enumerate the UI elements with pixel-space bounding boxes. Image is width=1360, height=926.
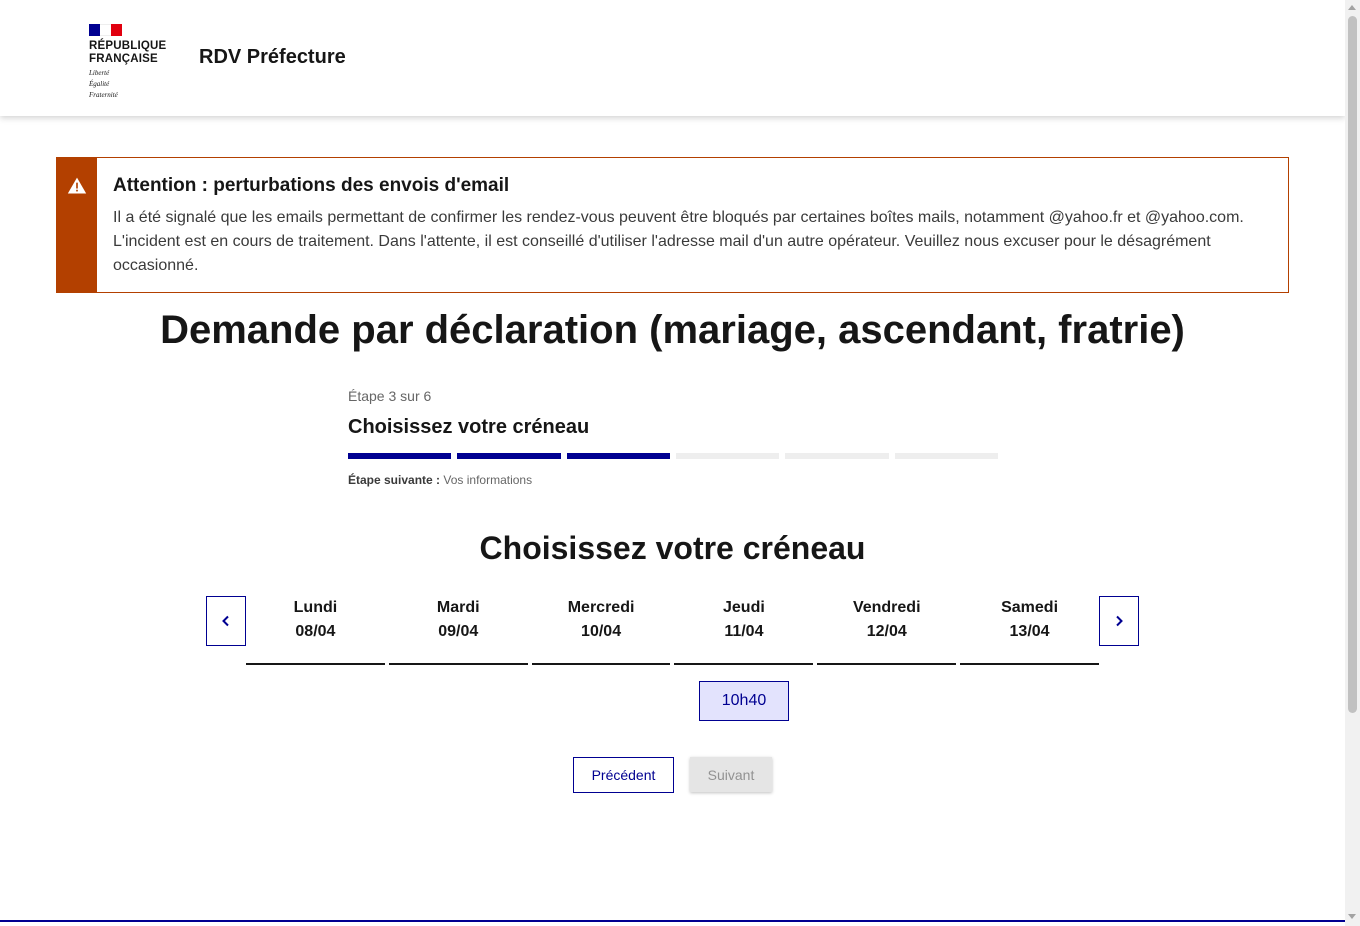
warning-alert: Attention : perturbations des envois d'e… xyxy=(56,157,1289,293)
previous-week-button[interactable] xyxy=(206,596,246,646)
page-title: Demande par déclaration (mariage, ascend… xyxy=(160,308,1185,352)
stepper-bar-4 xyxy=(675,453,780,459)
alert-text: Il a été signalé que les emails permetta… xyxy=(113,209,1244,274)
footer-border xyxy=(0,920,1345,922)
page: RÉPUBLIQUE FRANÇAISE Liberté Égalité Fra… xyxy=(0,0,1345,926)
day-column: Vendredi 12/04 xyxy=(817,596,957,665)
slot-section-title: Choisissez votre créneau xyxy=(479,530,866,566)
french-flag-icon xyxy=(89,24,122,36)
previous-button[interactable]: Précédent xyxy=(573,757,674,793)
day-date: 12/04 xyxy=(866,623,907,640)
motto-egalite: Égalité xyxy=(89,80,110,88)
next-button-disabled: Suivant xyxy=(690,757,772,792)
warning-icon xyxy=(67,177,87,194)
day-date: 11/04 xyxy=(724,623,764,640)
motto-fraternite: Fraternité xyxy=(89,91,118,99)
day-name: Jeudi xyxy=(723,599,765,616)
scrollbar-thumb[interactable] xyxy=(1348,16,1357,713)
stepper-state: Étape 3 sur 6 xyxy=(348,388,432,404)
day-name: Samedi xyxy=(1001,599,1059,616)
logo-line-1: RÉPUBLIQUE xyxy=(89,40,167,52)
stepper-bar-5 xyxy=(785,453,889,459)
stepper-bar-1 xyxy=(348,453,452,459)
stepper-next-step: Étape suivante : Vos informations xyxy=(348,473,998,487)
day-name: Vendredi xyxy=(852,599,921,616)
stepper-bar-3 xyxy=(566,453,670,459)
vertical-scrollbar[interactable] xyxy=(1345,0,1360,926)
stepper-progress xyxy=(348,453,998,459)
alert-title: Attention : perturbations des envois d'e… xyxy=(113,175,510,196)
day-columns: Lundi 08/04 Mardi 09/04 Mercredi 10/04 Jeudi 11… xyxy=(246,596,1099,665)
day-date: 09/04 xyxy=(438,623,479,640)
day-column: Mercredi 10/04 xyxy=(531,596,671,665)
stepper-bar-6 xyxy=(894,453,998,459)
scroll-up-arrow-icon[interactable] xyxy=(1348,5,1356,10)
day-column: Lundi 08/04 xyxy=(246,596,385,665)
day-name: Lundi xyxy=(293,599,338,616)
day-column: Jeudi 11/04 xyxy=(674,596,814,665)
chevron-right-icon xyxy=(1116,615,1123,627)
day-name: Mercredi xyxy=(567,599,635,616)
stepper-next-label: Étape suivante : xyxy=(348,473,441,487)
logo-line-2: FRANÇAISE xyxy=(89,53,158,65)
stepper-title: Choisissez votre créneau xyxy=(348,416,590,438)
motto-liberte: Liberté xyxy=(89,69,110,77)
stepper-bar-2 xyxy=(457,453,561,459)
scroll-down-arrow-icon[interactable] xyxy=(1348,914,1356,919)
chevron-left-icon xyxy=(222,615,229,627)
stepper-next-value: Vos informations xyxy=(443,473,533,487)
republique-francaise-logo[interactable]: RÉPUBLIQUE FRANÇAISE Liberté Égalité Fra… xyxy=(89,24,179,99)
day-column: Mardi 09/04 xyxy=(388,596,528,665)
day-name: Mardi xyxy=(436,599,480,616)
stepper: Étape 3 sur 6 Choisissez votre créneau É… xyxy=(348,388,998,487)
site-header: RÉPUBLIQUE FRANÇAISE Liberté Égalité Fra… xyxy=(0,0,1345,116)
day-column: Samedi 13/04 xyxy=(960,596,1099,665)
day-date: 13/04 xyxy=(1009,623,1050,640)
alert-side-bar xyxy=(57,158,97,292)
day-date: 10/04 xyxy=(581,623,622,640)
site-title[interactable]: RDV Préfecture xyxy=(199,46,346,69)
next-week-button[interactable] xyxy=(1099,596,1139,646)
day-date: 08/04 xyxy=(295,623,336,640)
time-slot-button[interactable]: 10h40 xyxy=(699,681,789,721)
